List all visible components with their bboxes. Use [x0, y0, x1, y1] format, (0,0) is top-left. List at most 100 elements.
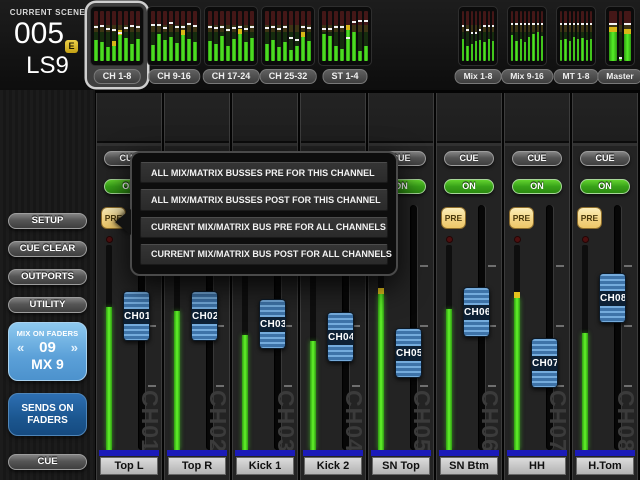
fader-knob-ch08[interactable]: CH08 — [599, 273, 626, 323]
meter-level — [250, 38, 254, 61]
eq-thumbnail-panel[interactable] — [505, 93, 569, 143]
fader-knob-ch05[interactable]: CH05 — [395, 328, 422, 378]
meter-level — [483, 42, 485, 61]
meter-level — [301, 37, 305, 61]
meter-bar — [586, 11, 588, 61]
on-button-ch06[interactable]: ON — [444, 179, 494, 194]
popup-item-all-mix-matrix-busses-post-for[interactable]: ALL MIX/MATRIX BUSSES POST FOR THIS CHAN… — [140, 189, 388, 210]
fader-scale-tick — [420, 385, 428, 387]
fader-position-mark — [307, 27, 311, 29]
meter-bar — [609, 11, 617, 61]
mix-bus-name: MX 9 — [9, 356, 86, 372]
channel-strip-ch07: CUEONPRECH07CH07HH — [504, 93, 570, 480]
fader-scale-tick — [488, 265, 496, 267]
mix-on-faders-selector[interactable]: MIX ON FADERS « 09 » MX 9 — [8, 322, 87, 381]
previous-mix-icon[interactable]: « — [17, 340, 24, 355]
meter-block-label: ST 1-4 — [322, 69, 367, 84]
sidebar-button-cue-clear[interactable]: CUE CLEAR — [8, 241, 87, 257]
eq-thumbnail-panel[interactable] — [233, 93, 297, 143]
clip-indicator — [446, 236, 453, 243]
pre-post-button-ch07[interactable]: PRE — [509, 207, 534, 229]
meter-bar — [106, 11, 110, 61]
fader-knob-ch02[interactable]: CH02 — [191, 291, 218, 341]
fader-position-mark — [94, 26, 98, 28]
fader-position-mark — [328, 28, 332, 30]
fader-position-mark — [577, 23, 579, 25]
fader-knob-ch01[interactable]: CH01 — [123, 291, 150, 341]
meter-block-ch-25-32[interactable]: CH 25-32 — [258, 3, 318, 87]
meter-block-mt-1-8[interactable]: MT 1-8 — [553, 3, 599, 87]
fader-knob-ch03[interactable]: CH03 — [259, 299, 286, 349]
sidebar-button-outports[interactable]: OUTPORTS — [8, 269, 87, 285]
channel-name-plate[interactable]: Top R — [168, 457, 226, 475]
meter-block-ch-1-8[interactable]: CH 1-8 — [87, 3, 147, 87]
fader-position-mark — [175, 26, 179, 28]
eq-thumbnail-panel[interactable] — [437, 93, 501, 143]
cue-button-ch06[interactable]: CUE — [444, 151, 494, 166]
on-button-ch07[interactable]: ON — [512, 179, 562, 194]
pre-post-button-ch06[interactable]: PRE — [441, 207, 466, 229]
master-cue-button[interactable]: CUE — [8, 454, 87, 470]
next-mix-icon[interactable]: » — [71, 340, 78, 355]
meter-bar — [590, 11, 592, 61]
fader-position-mark — [220, 26, 224, 28]
sends-on-faders-button[interactable]: SENDS ON FADERS — [8, 393, 87, 436]
pre-post-button-ch08[interactable]: PRE — [577, 207, 602, 229]
cue-button-ch08[interactable]: CUE — [580, 151, 630, 166]
meter-block-master[interactable]: Master — [602, 3, 638, 87]
channel-name-plate[interactable]: Kick 2 — [304, 457, 362, 475]
meter-box — [458, 6, 498, 66]
eq-thumbnail-panel[interactable] — [369, 93, 433, 143]
meter-block-label: Mix 1-8 — [455, 69, 502, 84]
channel-name-plate[interactable]: HH — [508, 457, 566, 475]
cue-button-ch07[interactable]: CUE — [512, 151, 562, 166]
popup-pointer-icon — [115, 209, 131, 235]
eq-thumbnail-panel[interactable] — [301, 93, 365, 143]
meter-level — [352, 32, 356, 61]
meter-bar — [619, 11, 622, 61]
meter-block-ch-9-16[interactable]: CH 9-16 — [144, 3, 204, 87]
meter-block-st-1-4[interactable]: ST 1-4 — [315, 3, 375, 87]
meter-block-mix-9-16[interactable]: Mix 9-16 — [504, 3, 550, 87]
pre-post-popup-menu: ALL MIX/MATRIX BUSSES PRE FOR THIS CHANN… — [130, 151, 398, 276]
channel-name-plate[interactable]: H.Tom — [576, 457, 634, 475]
popup-item-current-mix-matrix-bus-post-fo[interactable]: CURRENT MIX/MATRIX BUS POST FOR ALL CHAN… — [140, 244, 388, 265]
meter-bar — [340, 11, 344, 61]
channel-name-plate[interactable]: SN Btm — [440, 457, 498, 475]
meter-bar — [483, 11, 485, 61]
channel-name-plate[interactable]: Kick 1 — [236, 457, 294, 475]
popup-item-current-mix-matrix-bus-pre-for[interactable]: CURRENT MIX/MATRIX BUS PRE FOR ALL CHANN… — [140, 217, 388, 238]
meter-block-mix-1-8[interactable]: Mix 1-8 — [455, 3, 501, 87]
fader-knob-ch07[interactable]: CH07 — [531, 338, 558, 388]
fader-scale-tick — [488, 385, 496, 387]
meter-level — [226, 46, 230, 61]
channel-id-watermark: CH02 — [204, 390, 230, 453]
fader-position-mark — [524, 23, 526, 25]
fader-position-mark — [364, 20, 368, 22]
sidebar-button-utility[interactable]: UTILITY — [8, 297, 87, 313]
meter-level — [488, 39, 490, 62]
fader-knob-ch04[interactable]: CH04 — [327, 312, 354, 362]
popup-item-all-mix-matrix-busses-pre-for[interactable]: ALL MIX/MATRIX BUSSES PRE FOR THIS CHANN… — [140, 162, 388, 183]
fader-knob-ch06[interactable]: CH06 — [463, 287, 490, 337]
meter-bar — [157, 11, 161, 61]
meter-bar — [577, 11, 579, 61]
meter-bar — [488, 11, 490, 61]
channel-name-plate[interactable]: SN Top — [372, 457, 430, 475]
meter-bar — [301, 11, 305, 61]
eq-thumbnail-panel[interactable] — [97, 93, 161, 143]
meter-block-ch-17-24[interactable]: CH 17-24 — [201, 3, 261, 87]
meter-bar — [265, 11, 269, 61]
eq-thumbnail-panel[interactable] — [573, 93, 637, 143]
fader-position-mark — [515, 23, 517, 25]
channel-name-plate[interactable]: Top L — [100, 457, 158, 475]
sidebar-button-setup[interactable]: SETUP — [8, 213, 87, 229]
meter-bar — [175, 11, 179, 61]
meter-level — [466, 46, 468, 61]
fader-position-mark — [479, 29, 481, 31]
on-button-ch08[interactable]: ON — [580, 179, 630, 194]
meter-bar — [471, 11, 473, 61]
eq-thumbnail-panel[interactable] — [165, 93, 229, 143]
meter-level — [169, 37, 173, 61]
channel-id-watermark: CH05 — [408, 390, 434, 453]
